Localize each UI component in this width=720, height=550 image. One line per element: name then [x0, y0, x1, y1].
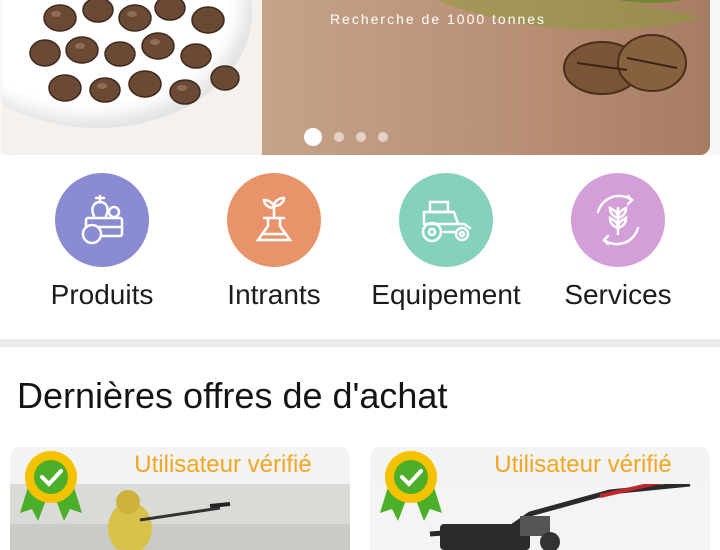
category-produits[interactable]: Produits: [16, 173, 188, 311]
category-label: Produits: [50, 279, 154, 310]
wheat-cycle-icon: [571, 173, 665, 267]
category-label: Equipement: [371, 279, 521, 310]
section-title: Dernières offres de d'achat: [17, 375, 448, 416]
carousel-dot-1[interactable]: [304, 128, 322, 146]
offer-card[interactable]: Utilisateur vérifié: [370, 447, 710, 550]
banner-carousel[interactable]: Recherche de 1000 tonnes: [0, 0, 720, 155]
category-equipement[interactable]: Equipement: [360, 173, 532, 311]
vegetable-crate-icon: [55, 173, 149, 267]
category-grid: Produits Intrants Equipement Services: [0, 155, 720, 339]
carousel-dot-2[interactable]: [334, 132, 344, 142]
carousel-dot-4[interactable]: [378, 132, 388, 142]
carousel-indicators[interactable]: [304, 128, 388, 146]
category-intrants[interactable]: Intrants: [188, 173, 360, 311]
tractor-icon: [399, 173, 493, 267]
offer-card[interactable]: Utilisateur vérifié: [10, 447, 350, 550]
verified-badge-icon: [20, 451, 82, 521]
verified-user-label: Utilisateur vérifié: [494, 451, 672, 478]
banner-caption: Recherche de 1000 tonnes: [329, 11, 547, 27]
category-label: Services: [564, 279, 672, 310]
carousel-dot-3[interactable]: [356, 132, 366, 142]
flask-sprout-icon: [227, 173, 321, 267]
verified-user-label: Utilisateur vérifié: [134, 451, 312, 478]
section-divider: [0, 339, 720, 347]
category-label: Intrants: [227, 279, 321, 310]
verified-badge-icon: [380, 451, 442, 521]
category-services[interactable]: Services: [532, 173, 704, 311]
